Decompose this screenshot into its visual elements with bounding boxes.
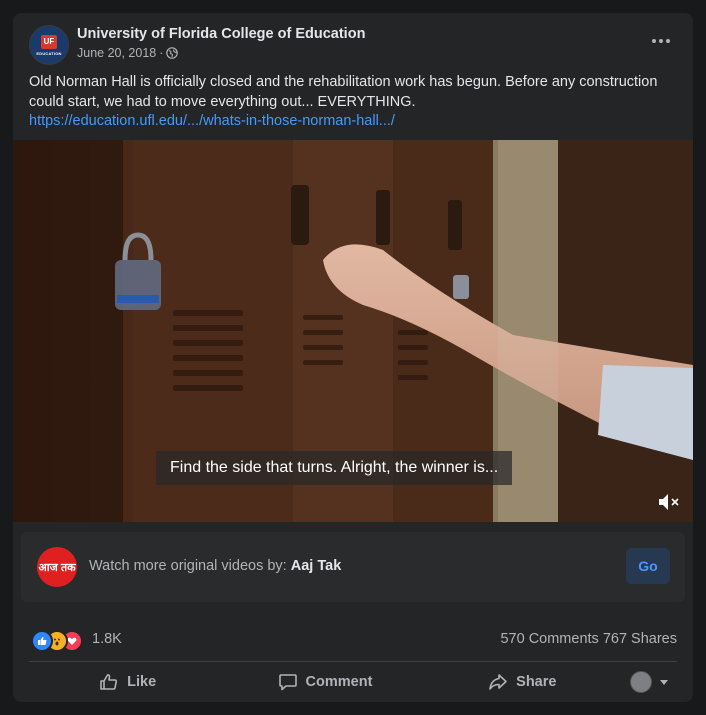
comment-button[interactable]: Comment xyxy=(226,665,423,699)
comment-label: Comment xyxy=(305,674,373,690)
caret-down-icon xyxy=(659,679,668,685)
watch-more-prefix: Watch more original videos by: xyxy=(89,558,287,574)
share-label: Share xyxy=(516,674,557,690)
thumbs-up-icon xyxy=(100,674,118,690)
comment-count[interactable]: 570 Comments xyxy=(500,631,598,647)
globe-icon[interactable] xyxy=(166,47,179,59)
audience-selector[interactable] xyxy=(621,665,677,699)
speaker-muted-icon[interactable] xyxy=(657,492,681,512)
post-body: Old Norman Hall is officially closed and… xyxy=(29,73,679,132)
watch-more-banner: आज तक Watch more original videos by: Aaj… xyxy=(21,532,685,602)
user-avatar xyxy=(629,671,652,693)
meta-separator: · xyxy=(159,46,164,60)
uf-logo: UF xyxy=(41,34,57,49)
share-button[interactable]: Share xyxy=(424,665,621,699)
action-bar: Like Comment Share xyxy=(29,665,677,699)
like-reaction-icon xyxy=(31,630,53,652)
video-subtitle: Find the side that turns. Alright, the w… xyxy=(156,451,513,485)
page-name[interactable]: University of Florida College of Educati… xyxy=(77,26,365,42)
aaj-tak-logo[interactable]: आज तक xyxy=(37,547,77,587)
share-count[interactable]: 767 Shares xyxy=(603,631,677,647)
watch-more-text: Watch more original videos by: Aaj Tak xyxy=(89,558,341,574)
like-button[interactable]: Like xyxy=(29,665,226,699)
page-avatar[interactable]: UF EDUCATION xyxy=(29,25,69,65)
post-date[interactable]: June 20, 2018 xyxy=(77,46,156,60)
video-player[interactable]: Find the side that turns. Alright, the w… xyxy=(13,140,693,522)
avatar-subtext: EDUCATION xyxy=(36,50,62,56)
engagement-counts: 570 Comments 767 Shares xyxy=(500,631,677,647)
channel-name[interactable]: Aaj Tak xyxy=(291,558,342,574)
like-label: Like xyxy=(127,674,157,690)
more-options-icon[interactable] xyxy=(649,31,673,51)
comment-icon xyxy=(278,674,297,691)
reaction-count[interactable]: 1.8K xyxy=(92,631,122,647)
post-link[interactable]: https://education.ufl.edu/.../whats-in-t… xyxy=(29,112,679,132)
post-meta: June 20, 2018 · xyxy=(77,46,179,60)
post-stats: 1.8K 570 Comments 767 Shares xyxy=(29,628,677,652)
go-button[interactable]: Go xyxy=(626,548,670,584)
stats-divider xyxy=(29,661,677,662)
post-header: UF EDUCATION University of Florida Colle… xyxy=(29,25,677,65)
post-card: UF EDUCATION University of Florida Colle… xyxy=(13,13,693,702)
post-message: Old Norman Hall is officially closed and… xyxy=(29,74,658,110)
share-arrow-icon xyxy=(489,674,507,690)
